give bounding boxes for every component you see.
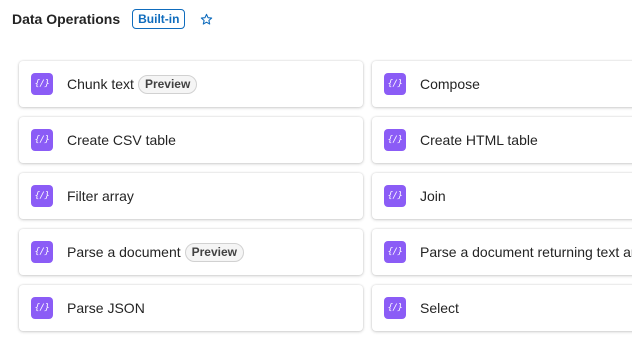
action-card-select[interactable]: {/} Select	[372, 285, 632, 331]
data-operation-icon: {/}	[384, 73, 406, 95]
action-card-parse-a-document-returning-text[interactable]: {/} Parse a document returning text and	[372, 229, 632, 275]
action-label: Select	[420, 300, 459, 316]
action-label: Create HTML table	[420, 132, 538, 148]
built-in-badge: Built-in	[132, 9, 186, 29]
data-operation-icon: {/}	[31, 129, 53, 151]
action-label: Create CSV table	[67, 132, 176, 148]
data-operation-icon: {/}	[31, 297, 53, 319]
action-card-parse-json[interactable]: {/} Parse JSON	[19, 285, 363, 331]
data-operation-icon: {/}	[31, 185, 53, 207]
action-card-parse-a-document[interactable]: {/} Parse a document Preview	[19, 229, 363, 275]
connector-title: Data Operations	[12, 11, 121, 27]
data-operations-page: Data Operations Built-in {/} Chunk text …	[0, 0, 632, 352]
data-operation-icon: {/}	[384, 297, 406, 319]
preview-badge: Preview	[184, 242, 244, 262]
action-card-create-csv-table[interactable]: {/} Create CSV table	[19, 117, 363, 163]
data-operation-icon: {/}	[384, 241, 406, 263]
action-card-join[interactable]: {/} Join	[372, 173, 632, 219]
data-operation-icon: {/}	[31, 73, 53, 95]
action-card-chunk-text[interactable]: {/} Chunk text Preview	[19, 61, 363, 107]
action-label: Compose	[420, 76, 480, 92]
preview-badge: Preview	[137, 74, 198, 94]
action-label: Parse a document returning text and	[420, 244, 632, 260]
data-operation-icon: {/}	[384, 185, 406, 207]
action-card-filter-array[interactable]: {/} Filter array	[19, 173, 363, 219]
action-label: Parse a document	[67, 244, 181, 260]
data-operation-icon: {/}	[31, 241, 53, 263]
action-label: Chunk text	[67, 76, 134, 92]
action-card-create-html-table[interactable]: {/} Create HTML table	[372, 117, 632, 163]
star-outline-icon[interactable]	[199, 12, 213, 26]
data-operation-icon: {/}	[384, 129, 406, 151]
action-label: Join	[420, 188, 446, 204]
action-label: Filter array	[67, 188, 134, 204]
action-card-compose[interactable]: {/} Compose	[372, 61, 632, 107]
action-label: Parse JSON	[67, 300, 145, 316]
connector-header: Data Operations Built-in	[12, 8, 213, 30]
